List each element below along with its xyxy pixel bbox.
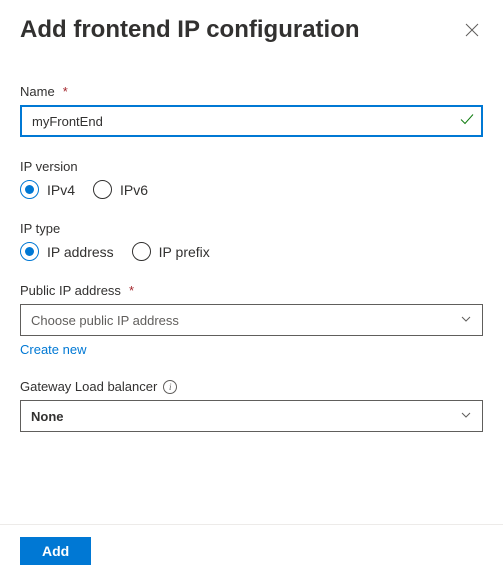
radio-ip-prefix[interactable]: IP prefix — [132, 242, 210, 261]
info-icon[interactable]: i — [163, 380, 177, 394]
radio-ip-address[interactable]: IP address — [20, 242, 114, 261]
radio-ip-address-label: IP address — [47, 244, 114, 260]
close-button[interactable] — [461, 19, 483, 41]
close-icon — [465, 23, 479, 37]
ip-version-label: IP version — [20, 159, 483, 174]
public-ip-select[interactable]: Choose public IP address — [20, 304, 483, 336]
name-label-text: Name — [20, 84, 55, 99]
radio-ip-prefix-label: IP prefix — [159, 244, 210, 260]
panel-title: Add frontend IP configuration — [20, 16, 360, 44]
name-label: Name * — [20, 84, 483, 99]
chevron-down-icon — [460, 313, 472, 328]
radio-icon — [20, 242, 39, 261]
gateway-lb-label: Gateway Load balancer i — [20, 379, 483, 394]
required-marker: * — [63, 84, 68, 99]
radio-ipv4[interactable]: IPv4 — [20, 180, 75, 199]
validation-check-icon — [459, 112, 475, 131]
create-new-link[interactable]: Create new — [20, 342, 86, 357]
required-marker: * — [129, 283, 134, 298]
gateway-lb-select[interactable]: None — [20, 400, 483, 432]
ip-type-label: IP type — [20, 221, 483, 236]
gateway-lb-value: None — [31, 409, 64, 424]
name-input[interactable] — [20, 105, 483, 137]
radio-icon — [93, 180, 112, 199]
radio-ipv6-label: IPv6 — [120, 182, 148, 198]
radio-ipv6[interactable]: IPv6 — [93, 180, 148, 199]
public-ip-placeholder: Choose public IP address — [31, 313, 179, 328]
radio-icon — [20, 180, 39, 199]
add-button[interactable]: Add — [20, 537, 91, 565]
public-ip-label-text: Public IP address — [20, 283, 121, 298]
radio-icon — [132, 242, 151, 261]
gateway-lb-label-text: Gateway Load balancer — [20, 379, 157, 394]
radio-ipv4-label: IPv4 — [47, 182, 75, 198]
chevron-down-icon — [460, 409, 472, 424]
public-ip-label: Public IP address * — [20, 283, 483, 298]
